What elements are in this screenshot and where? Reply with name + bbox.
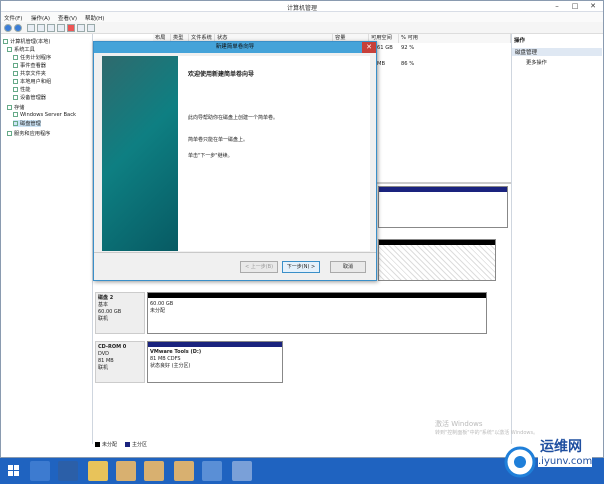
activation-watermark-title: 激活 Windows [435,420,483,428]
close-button[interactable]: ✕ [585,2,601,11]
cdrom-label[interactable]: CD-ROM 0 DVD 81 MB 联机 [95,341,145,383]
cancel-button[interactable]: 取消 [330,261,366,273]
title-bar: 计算机管理 – □ ✕ [1,1,603,12]
cell-free-2: MB [377,61,386,67]
powershell-icon[interactable] [58,461,78,481]
computer-icon [3,39,8,44]
up-icon[interactable] [27,24,35,32]
menu-file[interactable]: 文件(F) [4,14,22,22]
actions-pane: 操作 磁盘管理 更多操作 [511,34,603,444]
back-icon[interactable] [4,24,12,32]
list-icon[interactable] [57,24,65,32]
disk2-unallocated-partition[interactable]: 60.00 GB 未分配 [147,292,487,334]
logo-name: 运维网 [540,439,582,455]
maximize-button[interactable]: □ [567,2,583,11]
tree-item-device-manager[interactable]: 设备管理器 [13,94,46,101]
logo-url: .iyunv.com [538,456,593,467]
clock-icon [13,55,18,60]
users-icon [13,79,18,84]
actions-section-disk-management[interactable]: 磁盘管理 [512,48,602,56]
wizard-text-3: 单击"下一步"继续。 [188,153,233,159]
server-manager-icon[interactable] [30,461,50,481]
refresh-icon[interactable] [77,24,85,32]
tree-item-task-scheduler[interactable]: 任务计划程序 [13,54,51,61]
network-taskbar-icon[interactable] [202,461,222,481]
help-icon[interactable] [47,24,55,32]
tree-item-storage[interactable]: 存储 [7,104,24,111]
start-icon[interactable] [4,461,24,481]
computer-management-taskbar-icon[interactable] [232,461,252,481]
forward-icon[interactable] [14,24,22,32]
folder-icon [13,71,18,76]
site-logo: 运维网 .iyunv.com [500,434,604,478]
event-icon [13,63,18,68]
tree-item-windows-server-backup[interactable]: Windows Server Back [13,112,76,118]
menu-help[interactable]: 帮助(H) [85,14,104,22]
wizard-separator [94,252,376,253]
wizard-banner-image [102,56,178,251]
tree-item-shared-folders[interactable]: 共享文件夹 [13,70,46,77]
tree-item-local-users[interactable]: 本地用户和组 [13,78,51,85]
file-explorer-icon[interactable] [88,461,108,481]
tools-icon [7,47,12,52]
col-percent-free[interactable]: % 可用 [399,34,511,43]
disk0-partition[interactable] [378,186,508,228]
services-icon [7,131,12,136]
wizard-close-button[interactable]: ✕ [362,42,376,53]
cell-free-1: 61 GB [377,45,393,51]
storage-icon [7,105,12,110]
properties-icon[interactable] [37,24,45,32]
tree-item-computer-management[interactable]: 计算机管理(本地) [3,38,50,45]
tree-item-performance[interactable]: 性能 [13,86,30,93]
app2-taskbar-icon[interactable] [174,461,194,481]
back-button[interactable]: < 上一步(B) [240,261,278,273]
tree-item-services-apps[interactable]: 服务和应用程序 [7,130,50,137]
actions-header: 操作 [514,38,526,44]
delete-icon[interactable] [67,24,75,32]
device-icon [13,95,18,100]
wizard-text-2: 简单卷只能在单一磁盘上。 [188,137,249,143]
more-actions-link[interactable]: 更多操作 [526,59,547,66]
legend: 未分配 主分区 [93,440,511,449]
menu-action[interactable]: 操作(A) [31,14,50,22]
cdrom-volume[interactable]: VMware Tools (D:) 81 MB CDFS 状态良好 (主分区) [147,341,283,383]
legend-primary-swatch [125,442,130,447]
tree-item-disk-management[interactable]: 磁盘管理 [13,120,41,127]
tree-item-event-viewer[interactable]: 事件查看器 [13,62,46,69]
legend-primary: 主分区 [132,442,148,448]
tree-item-system-tools[interactable]: 系统工具 [7,46,35,53]
view-icon[interactable] [87,24,95,32]
disk2-label[interactable]: 磁盘 2 基本 60.00 GB 联机 [95,292,145,334]
performance-icon [13,87,18,92]
cell-percent-1: 92 % [401,45,415,51]
legend-unallocated: 未分配 [102,442,118,448]
toolbar [1,22,603,34]
wizard-heading: 欢迎使用新建简单卷向导 [188,71,255,78]
wizard-title: 新建简单卷向导 [94,42,376,53]
wizard-text-1: 此向导帮助你在磁盘上创建一个简单卷。 [188,115,279,121]
menu-bar: 文件(F) 操作(A) 查看(V) 帮助(H) [1,12,603,22]
next-button[interactable]: 下一步(N) > [282,261,320,273]
backup-icon [13,112,18,117]
window-title: 计算机管理 [286,5,317,12]
new-simple-volume-wizard: 新建简单卷向导 ✕ 欢迎使用新建简单卷向导 此向导帮助你在磁盘上创建一个简单卷。… [93,41,377,281]
minimize-button[interactable]: – [549,2,565,11]
menu-view[interactable]: 查看(V) [58,14,77,22]
navigation-tree: 计算机管理(本地) 系统工具 任务计划程序 事件查看器 共享文件夹 本地用户和组… [1,34,93,444]
tools-taskbar-icon[interactable] [116,461,136,481]
wizard-body: 欢迎使用新建简单卷向导 此向导帮助你在磁盘上创建一个简单卷。 简单卷只能在单一磁… [102,56,370,251]
disk1-partition[interactable] [378,239,496,281]
app-taskbar-icon[interactable] [144,461,164,481]
disk-icon [13,121,18,126]
cell-percent-2: 86 % [401,61,415,67]
legend-unallocated-swatch [95,442,100,447]
